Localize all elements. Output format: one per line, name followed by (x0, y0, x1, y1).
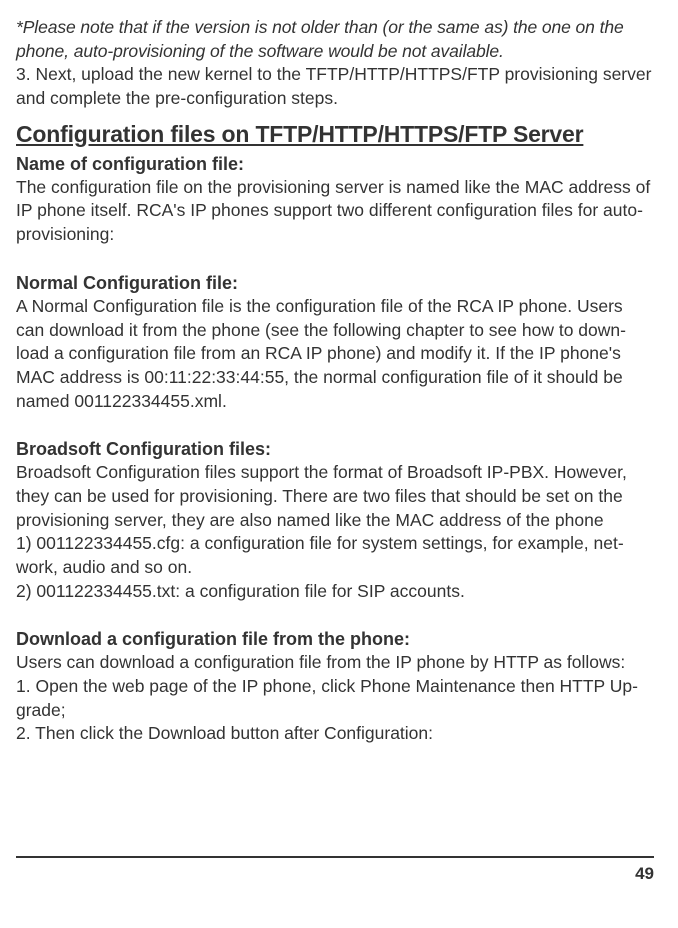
download-step-2: 2. Then click the Download button after … (16, 722, 654, 746)
download-config-body: Users can download a configuration file … (16, 651, 654, 675)
version-note-text: *Please note that if the version is not … (16, 16, 654, 63)
page-number: 49 (635, 864, 654, 883)
broadsoft-config-body: Broadsoft Configuration files support th… (16, 461, 654, 532)
name-of-config-body: The configuration file on the provisioni… (16, 176, 654, 247)
broadsoft-item-1: 1) 001122334455.cfg: a configuration fil… (16, 532, 654, 579)
broadsoft-item-2: 2) 001122334455.txt: a configuration fil… (16, 580, 654, 604)
step-3-text: 3. Next, upload the new kernel to the TF… (16, 63, 654, 110)
footer-divider: 49 (16, 856, 654, 886)
normal-config-body: A Normal Configuration file is the confi… (16, 295, 654, 413)
download-step-1: 1. Open the web page of the IP phone, cl… (16, 675, 654, 722)
name-of-config-heading: Name of configuration file: (16, 152, 654, 176)
config-files-section-heading: Configuration files on TFTP/HTTP/HTTPS/F… (16, 119, 654, 150)
broadsoft-config-heading: Broadsoft Configuration files: (16, 437, 654, 461)
download-config-heading: Download a configuration file from the p… (16, 627, 654, 651)
normal-config-heading: Normal Configuration file: (16, 271, 654, 295)
